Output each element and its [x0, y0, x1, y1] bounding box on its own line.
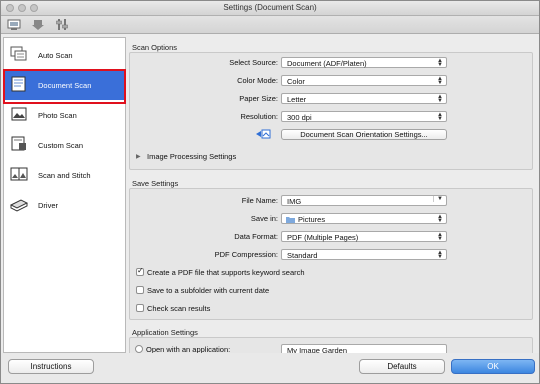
ok-button[interactable]: OK [451, 359, 535, 374]
dropdown-arrow-icon: ▼ [433, 196, 443, 202]
dropdown-arrow-icon: ▲ ▼ [437, 76, 443, 86]
subfolder-checkbox[interactable] [136, 286, 144, 294]
sidebar: Auto Scan Document Scan Photo Scan Custo… [3, 37, 126, 353]
dropdown-arrow-icon: ▲ ▼ [437, 232, 443, 242]
scan-options-heading: Scan Options [132, 43, 178, 52]
select-source-value: Document (ADF/Platen) [287, 59, 367, 68]
sidebar-item-label: Auto Scan [38, 51, 73, 60]
dropdown-arrow-icon: ▲ ▼ [437, 250, 443, 260]
orientation-settings-button[interactable]: Document Scan Orientation Settings... [281, 129, 447, 140]
sidebar-item-document-scan[interactable]: Document Scan [3, 69, 126, 104]
file-name-value: IMG [287, 197, 302, 206]
defaults-button[interactable]: Defaults [359, 359, 445, 374]
file-name-combo[interactable]: IMG ▼ [281, 195, 447, 206]
resolution-label: Resolution: [240, 112, 278, 121]
sidebar-item-label: Driver [38, 201, 58, 210]
pdf-compression-dropdown[interactable]: Standard ▲ ▼ [281, 249, 447, 260]
settings-panel: Scan Options Select Source: Document (AD… [126, 37, 536, 359]
save-in-label: Save in: [250, 214, 278, 223]
settings-window: Settings (Document Scan) Auto Scan Docum… [0, 0, 540, 384]
sidebar-item-custom-scan[interactable]: Custom Scan [4, 130, 125, 160]
data-format-dropdown[interactable]: PDF (Multiple Pages) ▲ ▼ [281, 231, 447, 242]
general-settings-icon[interactable] [55, 18, 69, 31]
disclosure-triangle-icon[interactable]: ▶ [136, 153, 141, 160]
sidebar-item-label: Custom Scan [38, 141, 84, 150]
data-format-value: PDF (Multiple Pages) [287, 233, 359, 242]
data-format-label: Data Format: [234, 232, 278, 241]
sidebar-item-label: Photo Scan [38, 111, 77, 120]
keyword-search-checkbox[interactable]: ✓ [136, 266, 144, 276]
resolution-dropdown[interactable]: 300 dpi ▲ ▼ [281, 111, 447, 122]
resolution-value: 300 dpi [287, 113, 312, 122]
instructions-button[interactable]: Instructions [8, 359, 94, 374]
dropdown-arrow-icon: ▲ ▼ [437, 58, 443, 68]
check-scan-results-checkbox[interactable] [136, 304, 144, 312]
driver-icon [10, 199, 28, 212]
color-mode-dropdown[interactable]: Color ▲ ▼ [281, 75, 447, 86]
keyword-search-label: Create a PDF file that supports keyword … [147, 268, 305, 277]
photo-scan-icon [11, 107, 27, 121]
color-mode-value: Color [287, 77, 305, 86]
window-title: Settings (Document Scan) [223, 3, 317, 12]
select-source-label: Select Source: [229, 58, 278, 67]
scan-from-panel-icon[interactable] [31, 18, 45, 31]
save-settings-heading: Save Settings [132, 179, 179, 188]
save-in-value: Pictures [298, 215, 326, 224]
save-in-dropdown[interactable]: Pictures ▲ ▼ [281, 213, 447, 224]
image-processing-toggle[interactable]: Image Processing Settings [147, 152, 236, 161]
open-with-radio[interactable] [135, 345, 143, 353]
orientation-icon [256, 129, 271, 139]
application-settings-heading: Application Settings [132, 328, 198, 337]
auto-scan-icon [10, 46, 27, 61]
subfolder-label: Save to a subfolder with current date [147, 286, 270, 295]
scan-and-stitch-icon [10, 167, 28, 181]
save-settings-section: File Name: IMG ▼ Save in: Pictures ▲ ▼ Da… [129, 188, 533, 320]
sidebar-item-photo-scan[interactable]: Photo Scan [4, 100, 125, 130]
paper-size-label: Paper Size: [239, 94, 278, 103]
sidebar-item-label: Scan and Stitch [38, 171, 91, 180]
sidebar-item-driver[interactable]: Driver [4, 190, 125, 220]
selection-highlight-frame [3, 69, 126, 104]
checkmark-icon: ✓ [137, 266, 144, 275]
select-source-dropdown[interactable]: Document (ADF/Platen) ▲ ▼ [281, 57, 447, 68]
folder-icon [286, 217, 295, 223]
title-bar: Settings (Document Scan) [1, 1, 539, 16]
paper-size-value: Letter [287, 95, 307, 104]
paper-size-dropdown[interactable]: Letter ▲ ▼ [281, 93, 447, 104]
check-scan-results-label: Check scan results [147, 304, 211, 313]
color-mode-label: Color Mode: [237, 76, 278, 85]
sidebar-item-auto-scan[interactable]: Auto Scan [4, 40, 125, 70]
custom-scan-icon [11, 136, 26, 151]
scan-from-computer-icon[interactable] [7, 18, 21, 31]
sidebar-item-scan-and-stitch[interactable]: Scan and Stitch [4, 160, 125, 190]
dropdown-arrow-icon: ▲ ▼ [437, 94, 443, 104]
bottom-bar: Instructions Defaults OK [1, 353, 539, 383]
pdf-compression-value: Standard [287, 251, 318, 260]
file-name-label: File Name: [241, 196, 278, 205]
toolbar [1, 16, 539, 34]
dropdown-arrow-icon: ▲ ▼ [437, 112, 443, 122]
dropdown-arrow-icon: ▲ ▼ [437, 214, 443, 224]
pdf-compression-label: PDF Compression: [214, 250, 278, 259]
scan-options-section: Select Source: Document (ADF/Platen) ▲ ▼ … [129, 52, 533, 170]
